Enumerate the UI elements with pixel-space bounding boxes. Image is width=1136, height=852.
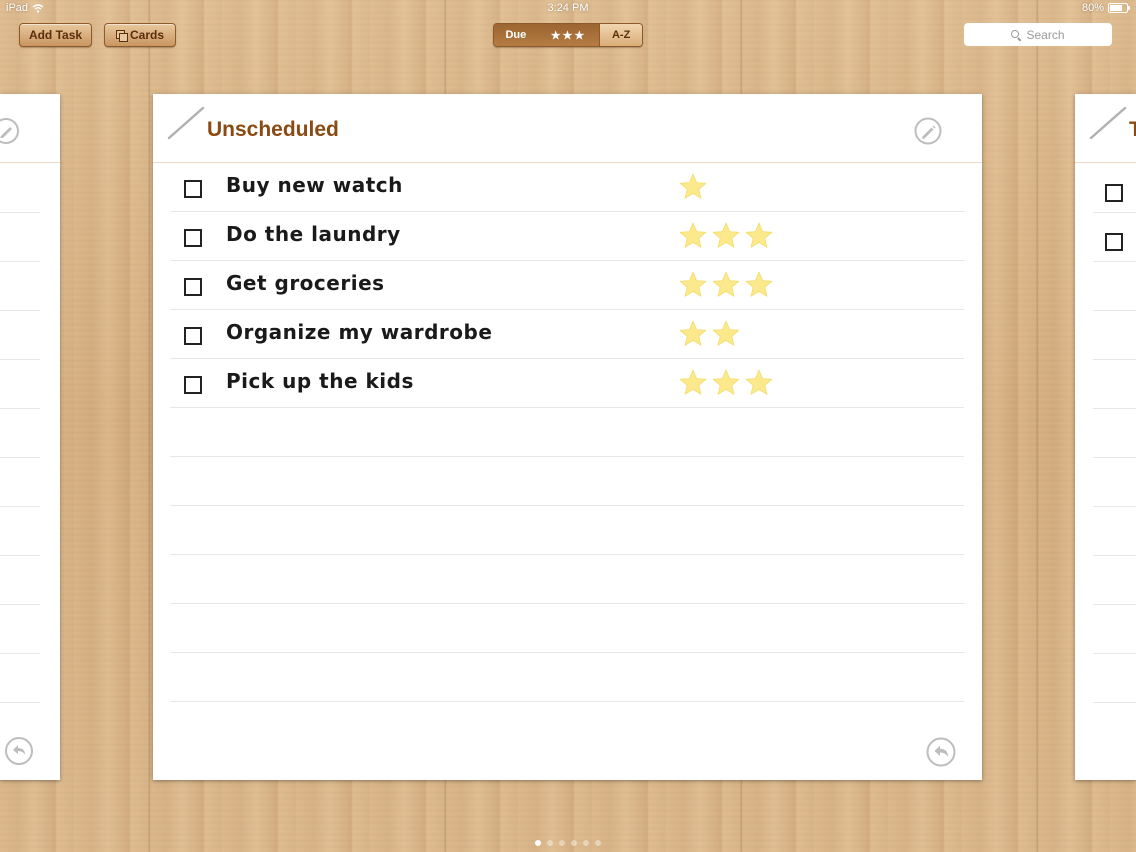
star-icon [712,222,740,248]
task-card-unscheduled: Unscheduled Buy new watch Do the laundry G… [153,94,982,780]
page-dot[interactable] [535,840,541,846]
task-title[interactable]: Do the laundry [226,222,401,246]
task-row[interactable]: Do the laundry [170,212,964,261]
undo-icon[interactable] [4,736,34,766]
priority-stars[interactable] [678,221,774,251]
cards-label: Cards [129,28,164,42]
next-card[interactable]: T [1075,94,1136,780]
task-row[interactable]: Buy new watch [170,163,964,212]
star-icon [679,320,707,346]
card-title: T [1129,118,1136,141]
edit-icon[interactable] [0,117,22,145]
sort-az-segment[interactable]: A-Z [600,24,642,46]
sort-segmented-control: Due ★★★ A-Z [493,23,643,47]
task-checkbox[interactable] [184,278,202,296]
star-icon [679,222,707,248]
search-icon [1011,29,1021,40]
task-title[interactable]: Pick up the kids [226,369,414,393]
pencil-icon [167,106,205,140]
task-row[interactable]: Organize my wardrobe [170,310,964,359]
cards-button[interactable]: Cards [104,23,176,47]
clock: 3:24 PM [547,2,589,14]
page-dot[interactable] [547,840,553,846]
priority-stars[interactable] [678,368,774,398]
undo-icon[interactable] [926,737,956,767]
task-row[interactable]: Pick up the kids [170,359,964,408]
page-dot[interactable] [595,840,601,846]
star-icon [679,271,707,297]
star-icon [679,369,707,395]
priority-stars[interactable] [678,172,708,202]
edit-icon[interactable] [914,117,942,145]
star-icon [679,173,707,199]
sort-due-segment[interactable]: Due [494,24,538,46]
status-bar: iPad 3:24 PM 80% [0,0,1136,18]
star-icon [745,271,773,297]
priority-stars[interactable] [678,270,774,300]
page-dot[interactable] [583,840,589,846]
empty-task-line[interactable] [170,457,964,506]
battery-icon [1108,3,1130,13]
cards-icon [115,30,128,42]
previous-card[interactable] [0,94,60,780]
card-header: Unscheduled [153,94,982,163]
star-icon [712,369,740,395]
add-task-label: Add Task [28,28,83,42]
pencil-icon [1089,106,1127,140]
task-title[interactable]: Get groceries [226,271,385,295]
star-icon [712,271,740,297]
page-indicator [0,840,1136,846]
empty-task-line[interactable] [170,506,964,555]
battery-percent: 80% [1081,2,1104,14]
empty-task-line[interactable] [170,604,964,653]
card-title: Unscheduled [207,118,339,141]
task-checkbox[interactable] [184,327,202,345]
page-dot[interactable] [571,840,577,846]
task-checkbox[interactable] [1105,233,1123,251]
task-checkbox[interactable] [1105,184,1123,202]
add-task-button[interactable]: Add Task [19,23,92,47]
empty-task-line[interactable] [170,555,964,604]
task-checkbox[interactable] [184,376,202,394]
priority-stars[interactable] [678,319,741,349]
task-checkbox[interactable] [184,229,202,247]
star-icon [712,320,740,346]
task-row[interactable]: Get groceries [170,261,964,310]
empty-task-line[interactable] [170,653,964,702]
task-checkbox[interactable] [184,180,202,198]
page-dot[interactable] [559,840,565,846]
task-title[interactable]: Buy new watch [226,173,403,197]
sort-stars-segment[interactable]: ★★★ [537,24,601,46]
search-input[interactable]: Search [964,23,1112,46]
empty-task-line[interactable] [170,408,964,457]
task-title[interactable]: Organize my wardrobe [226,320,492,344]
task-list: Buy new watch Do the laundry Get groceries… [170,163,964,702]
search-placeholder: Search [1026,27,1065,42]
star-icon [745,222,773,248]
star-icon [745,369,773,395]
